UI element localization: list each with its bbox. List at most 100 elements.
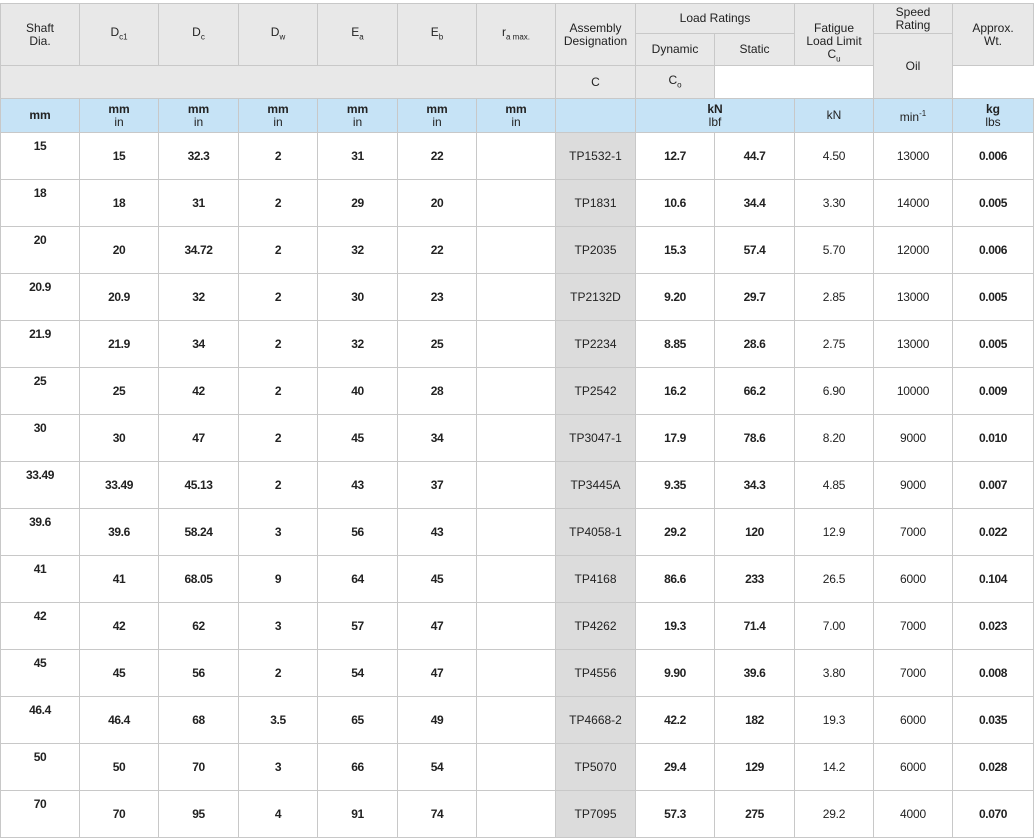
header-ea: Ea xyxy=(317,2,398,67)
cell-dw: 2 xyxy=(238,179,318,228)
cell-eb: 25 xyxy=(397,320,477,369)
cell-approx-wt: 0.035 xyxy=(952,696,1034,745)
cell-eb: 47 xyxy=(397,649,477,698)
cell-speed-oil: 6000 xyxy=(873,743,953,792)
cell-dc: 56 xyxy=(158,649,239,698)
cell-dc: 95 xyxy=(158,790,239,838)
table-row: 21.9 21.9 34 2 32 25 TP2234 8.85 28.6 2.75 13000 0.… xyxy=(0,320,1034,369)
cell-shaft-dia: 45 xyxy=(0,649,80,698)
cell-dynamic-c: 9.20 xyxy=(635,273,715,322)
cell-speed-oil: 4000 xyxy=(873,790,953,838)
cell-dw: 2 xyxy=(238,132,318,181)
cell-dw: 2 xyxy=(238,414,318,463)
cell-assembly-designation: TP3445A xyxy=(555,461,636,510)
cell-shaft-dia: 18 xyxy=(0,179,80,228)
cell-ra-max xyxy=(476,508,556,557)
cell-dynamic-c: 86.6 xyxy=(635,555,715,604)
cell-ra-max xyxy=(476,273,556,322)
cell-speed-oil: 14000 xyxy=(873,179,953,228)
cell-static-co: 29.7 xyxy=(714,273,795,322)
cell-ea: 29 xyxy=(317,179,398,228)
cell-dc1: 50 xyxy=(79,743,159,792)
cell-eb: 74 xyxy=(397,790,477,838)
cell-shaft-dia: 15 xyxy=(0,132,80,181)
cell-speed-oil: 10000 xyxy=(873,367,953,416)
cell-assembly-designation: TP4556 xyxy=(555,649,636,698)
cell-dc1: 46.4 xyxy=(79,696,159,745)
cell-static-co: 28.6 xyxy=(714,320,795,369)
cell-ra-max xyxy=(476,790,556,838)
cell-dc: 32 xyxy=(158,273,239,322)
cell-speed-oil: 7000 xyxy=(873,649,953,698)
unit-ea: mm in xyxy=(317,98,398,134)
cell-approx-wt: 0.006 xyxy=(952,132,1034,181)
cell-dw: 9 xyxy=(238,555,318,604)
cell-speed-oil: 6000 xyxy=(873,696,953,745)
cell-dw: 2 xyxy=(238,320,318,369)
cell-eb: 49 xyxy=(397,696,477,745)
cell-dc: 34 xyxy=(158,320,239,369)
cell-approx-wt: 0.005 xyxy=(952,179,1034,228)
cell-ra-max xyxy=(476,320,556,369)
cell-dc1: 41 xyxy=(79,555,159,604)
cell-ra-max xyxy=(476,414,556,463)
cell-dc1: 33.49 xyxy=(79,461,159,510)
units-row: mm mm in mm in mm in mm in mm in mm in kN lbf k… xyxy=(0,98,1034,134)
cell-ea: 43 xyxy=(317,461,398,510)
cell-dc1: 15 xyxy=(79,132,159,181)
cell-approx-wt: 0.028 xyxy=(952,743,1034,792)
table-body: 15 15 32.3 2 31 22 TP1532-1 12.7 44.7 4.50 13000 0.… xyxy=(0,132,1034,838)
cell-speed-oil: 9000 xyxy=(873,461,953,510)
table-row: 46.4 46.4 68 3.5 65 49 TP4668-2 42.2 182 19.3 6000… xyxy=(0,696,1034,745)
cell-eb: 47 xyxy=(397,602,477,651)
cell-eb: 22 xyxy=(397,132,477,181)
header-fatigue-load-limit: Fatigue Load Limit Cu xyxy=(794,2,874,67)
cell-dw: 3 xyxy=(238,743,318,792)
cell-shaft-dia: 25 xyxy=(0,367,80,416)
cell-dc1: 42 xyxy=(79,602,159,651)
table-row: 50 50 70 3 66 54 TP5070 29.4 129 14.2 6000 0.028 xyxy=(0,743,1034,792)
cell-dynamic-c: 16.2 xyxy=(635,367,715,416)
cell-approx-wt: 0.070 xyxy=(952,790,1034,838)
cell-ra-max xyxy=(476,649,556,698)
cell-shaft-dia: 70 xyxy=(0,790,80,838)
cell-dynamic-c: 9.35 xyxy=(635,461,715,510)
header-load-ratings: Load Ratings xyxy=(635,3,795,34)
cell-dc: 31 xyxy=(158,179,239,228)
cell-ea: 30 xyxy=(317,273,398,322)
cell-dc1: 18 xyxy=(79,179,159,228)
table-row: 20 20 34.72 2 32 22 TP2035 15.3 57.4 5.70 12000 0.0… xyxy=(0,226,1034,275)
unit-weight: kg lbs xyxy=(952,98,1034,134)
cell-ra-max xyxy=(476,602,556,651)
cell-fatigue-cu: 3.80 xyxy=(794,649,874,698)
cell-eb: 37 xyxy=(397,461,477,510)
cell-dynamic-c: 8.85 xyxy=(635,320,715,369)
cell-ra-max xyxy=(476,179,556,228)
cell-dc1: 39.6 xyxy=(79,508,159,557)
cell-static-co: 44.7 xyxy=(714,132,795,181)
cell-dc: 45.13 xyxy=(158,461,239,510)
cell-dynamic-c: 17.9 xyxy=(635,414,715,463)
cell-ra-max xyxy=(476,743,556,792)
header-dc1: Dc1 xyxy=(79,2,159,67)
cell-shaft-dia: 20 xyxy=(0,226,80,275)
cell-dynamic-c: 10.6 xyxy=(635,179,715,228)
unit-dw: mm in xyxy=(238,98,318,134)
cell-dc: 68 xyxy=(158,696,239,745)
cell-fatigue-cu: 6.90 xyxy=(794,367,874,416)
cell-static-co: 71.4 xyxy=(714,602,795,651)
cell-ea: 64 xyxy=(317,555,398,604)
cell-static-co: 275 xyxy=(714,790,795,838)
cell-dw: 2 xyxy=(238,226,318,275)
cell-ra-max xyxy=(476,226,556,275)
cell-ea: 40 xyxy=(317,367,398,416)
cell-dc1: 30 xyxy=(79,414,159,463)
cell-dynamic-c: 12.7 xyxy=(635,132,715,181)
cell-approx-wt: 0.007 xyxy=(952,461,1034,510)
cell-dc: 32.3 xyxy=(158,132,239,181)
cell-static-co: 39.6 xyxy=(714,649,795,698)
cell-shaft-dia: 39.6 xyxy=(0,508,80,557)
header-shaft-dia: Shaft Dia. xyxy=(0,2,80,67)
cell-ea: 91 xyxy=(317,790,398,838)
cell-shaft-dia: 21.9 xyxy=(0,320,80,369)
